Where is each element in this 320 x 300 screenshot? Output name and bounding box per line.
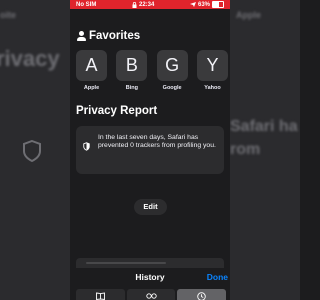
background-ghost-top: Apple	[236, 10, 262, 20]
background-ghost-line-2: rom	[230, 141, 261, 158]
sheet-tabs	[76, 289, 227, 300]
battery-icon	[212, 1, 224, 8]
carrier-label: No SIM	[76, 1, 97, 8]
privacy-report-title: Privacy Report	[76, 105, 158, 117]
favorite-google[interactable]: G Google	[156, 50, 188, 91]
phone-screen: No SIM 22:34 63% Favorites A Apple B Bin…	[70, 0, 230, 300]
favorite-yahoo[interactable]: Y Yahoo	[196, 50, 228, 91]
favorite-tile[interactable]: B	[116, 50, 148, 81]
tab-history[interactable]	[177, 289, 227, 300]
favorite-label: Google	[162, 85, 182, 91]
history-sheet: History Done	[70, 268, 230, 300]
favorites-heading: Favorites	[76, 30, 140, 42]
tab-bookmarks[interactable]	[76, 289, 125, 300]
favorites-grid: A Apple B Bing G Google Y Yahoo	[76, 50, 228, 91]
person-icon	[76, 31, 86, 41]
background-left-panel: rivacy oite	[0, 0, 70, 300]
favorite-label: Apple	[83, 85, 100, 91]
background-ghost-subtitle: oite	[0, 10, 17, 20]
favorite-apple[interactable]: A Apple	[76, 50, 107, 91]
battery-percent: 63%	[197, 1, 210, 8]
favorites-title: Favorites	[89, 30, 141, 42]
glasses-icon	[145, 293, 157, 299]
lock-icon	[132, 1, 137, 8]
done-button[interactable]: Done	[207, 272, 228, 282]
privacy-report-text: In the last seven days, Safari has preve…	[98, 134, 216, 150]
favorite-tile[interactable]: G	[156, 50, 188, 81]
shield-icon	[83, 142, 90, 151]
clock-icon	[197, 292, 206, 300]
favorite-tile[interactable]: Y	[196, 50, 228, 81]
background-right-panel: Apple Safari ha rom	[230, 0, 300, 300]
status-bar: No SIM 22:34 63%	[70, 0, 230, 9]
background-ghost-line-1: Safari ha	[230, 118, 298, 135]
status-time: 22:34	[138, 1, 155, 8]
location-icon	[189, 2, 196, 7]
background-ghost-title: rivacy	[0, 46, 60, 71]
favorite-tile[interactable]: A	[76, 50, 107, 81]
privacy-report-card[interactable]: In the last seven days, Safari has preve…	[76, 126, 224, 174]
book-icon	[95, 292, 105, 300]
background-shield-icon	[23, 140, 41, 162]
tab-reading-list[interactable]	[126, 289, 176, 300]
favorite-label: Bing	[125, 85, 138, 91]
favorite-label: Yahoo	[204, 85, 221, 91]
edit-button[interactable]: Edit	[134, 199, 167, 215]
favorite-bing[interactable]: B Bing	[116, 50, 148, 91]
sheet-peek	[76, 258, 224, 268]
